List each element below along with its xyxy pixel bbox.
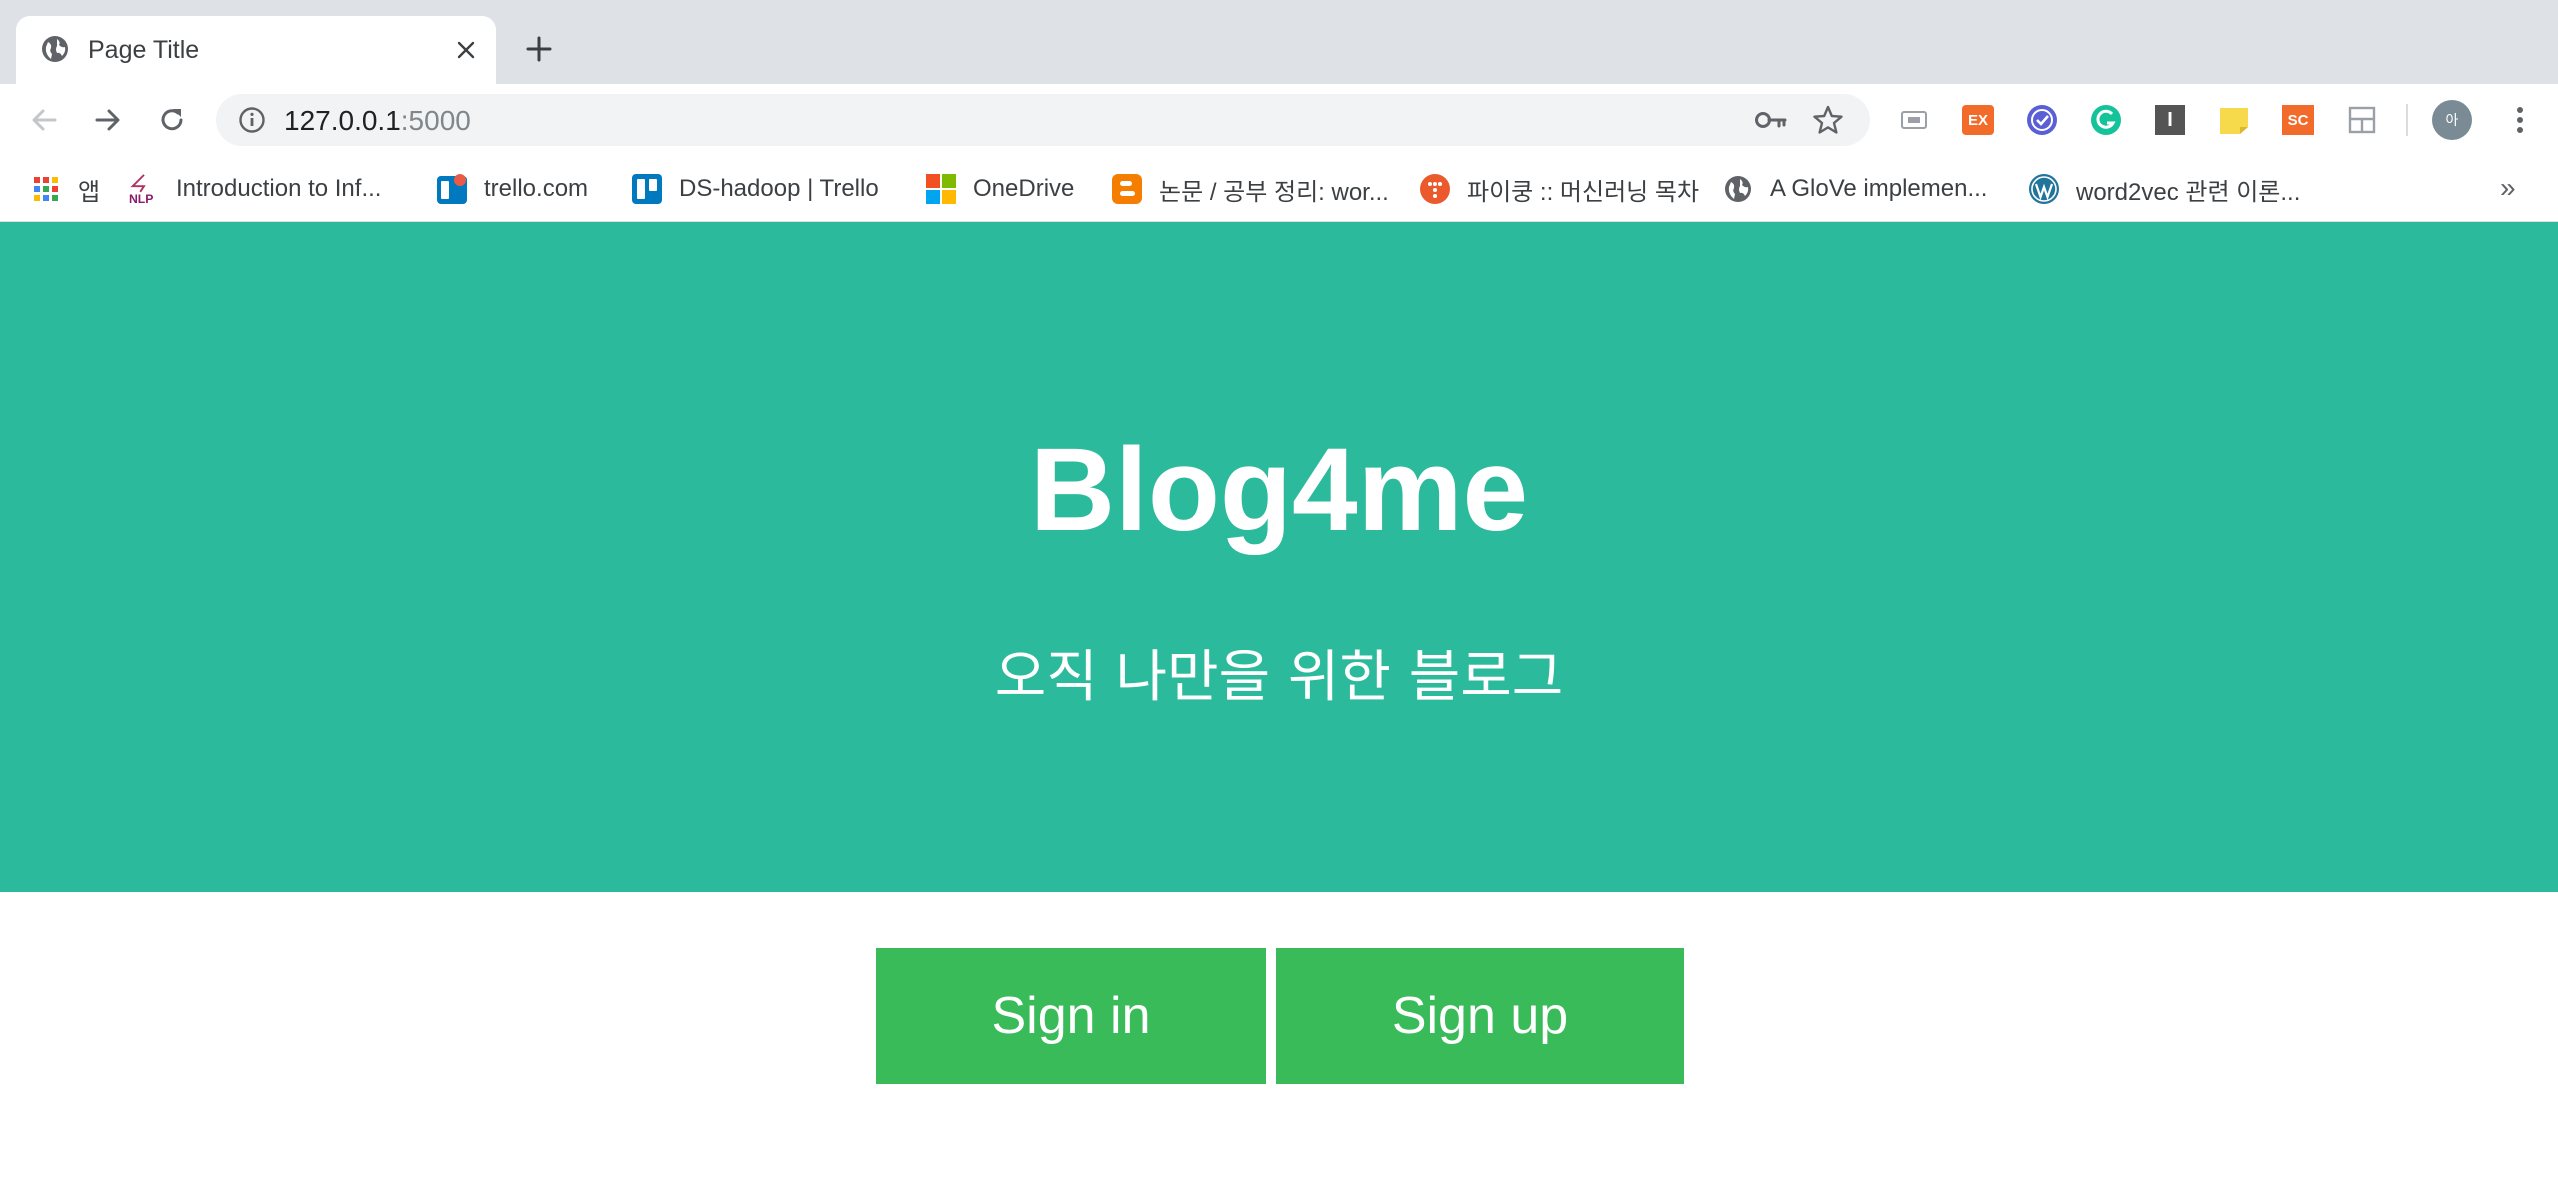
arrow-left-icon bbox=[32, 109, 57, 131]
new-tab-button[interactable] bbox=[520, 30, 558, 68]
globe-icon bbox=[1722, 173, 1754, 205]
sc-extension-icon[interactable]: SC bbox=[2282, 104, 2314, 136]
sticky-note-icon[interactable] bbox=[2218, 104, 2250, 136]
info-icon[interactable] bbox=[238, 106, 266, 134]
bookmark-apps[interactable]: 앱 bbox=[30, 166, 100, 212]
back-button[interactable] bbox=[22, 98, 66, 142]
blogger-icon bbox=[1111, 173, 1143, 205]
ex-extension-label: EX bbox=[1962, 105, 1994, 135]
key-icon[interactable] bbox=[1754, 106, 1788, 134]
ex-extension-icon[interactable]: EX bbox=[1962, 104, 1994, 136]
bookmark-pycon[interactable]: 파이쿵 :: 머신러닝 목차 bbox=[1419, 166, 1699, 212]
pycon-icon bbox=[1419, 173, 1451, 205]
sign-up-button[interactable]: Sign up bbox=[1276, 948, 1684, 1084]
sign-in-button[interactable]: Sign in bbox=[876, 948, 1266, 1084]
more-menu-icon[interactable] bbox=[2500, 100, 2540, 140]
reload-icon bbox=[161, 109, 183, 131]
tab-strip: Page Title bbox=[0, 0, 2558, 84]
bookmark-label: DS-hadoop | Trello bbox=[679, 175, 879, 202]
address-bar[interactable]: 127.0.0.1:5000 bbox=[216, 94, 1870, 146]
wordpress-icon bbox=[2028, 173, 2060, 205]
nlp-icon: NLP bbox=[128, 173, 160, 206]
profile-avatar[interactable]: 아 bbox=[2432, 100, 2472, 140]
i-extension-icon[interactable]: I bbox=[2154, 104, 2186, 136]
trello-board-icon bbox=[631, 173, 663, 205]
forward-button[interactable] bbox=[86, 98, 130, 142]
url-port: :5000 bbox=[400, 105, 471, 136]
bookmark-label: Introduction to Inf... bbox=[176, 175, 382, 202]
browser-toolbar: 127.0.0.1:5000 EX I SC 아 bbox=[0, 84, 2558, 156]
sc-extension-label: SC bbox=[2282, 105, 2314, 135]
browser-tab[interactable]: Page Title bbox=[16, 16, 496, 84]
close-tab-icon[interactable] bbox=[450, 34, 482, 66]
bookmark-ds-hadoop[interactable]: DS-hadoop | Trello bbox=[631, 166, 879, 212]
reload-button[interactable] bbox=[150, 98, 194, 142]
bookmark-label: trello.com bbox=[484, 175, 589, 202]
globe-icon bbox=[40, 34, 70, 64]
bookmark-label: A GloVe implemen... bbox=[1770, 175, 1988, 202]
toolbar-separator bbox=[2406, 104, 2408, 136]
bookmark-onedrive[interactable]: OneDrive bbox=[925, 166, 1074, 212]
check-extension-icon[interactable] bbox=[2026, 104, 2058, 136]
bookmark-label: word2vec 관련 이론... bbox=[2076, 178, 2301, 206]
tab-title: Page Title bbox=[88, 36, 200, 64]
apps-grid-icon bbox=[30, 173, 62, 205]
layout-extension-icon[interactable] bbox=[2346, 104, 2378, 136]
bookmark-trello[interactable]: trello.com bbox=[436, 166, 588, 212]
bookmark-star-icon[interactable] bbox=[1812, 104, 1844, 136]
bookmark-label: 논문 / 공부 정리: wor... bbox=[1159, 178, 1389, 206]
svg-text:NLP: NLP bbox=[129, 192, 153, 206]
site-title: Blog4me bbox=[1029, 424, 1529, 556]
microsoft-icon bbox=[925, 173, 957, 205]
site-subtitle: 오직 나만을 위한 블로그 bbox=[994, 645, 1564, 710]
bookmark-label: OneDrive bbox=[973, 175, 1075, 202]
media-icon[interactable] bbox=[1898, 104, 1930, 136]
bookmark-nlp[interactable]: NLP Introduction to Inf... bbox=[128, 166, 381, 212]
i-extension-label: I bbox=[2155, 105, 2185, 135]
bookmark-label: 앱 bbox=[78, 178, 101, 206]
bookmark-blogger[interactable]: 논문 / 공부 정리: wor... bbox=[1111, 166, 1389, 212]
bookmarks-bar: 앱 NLP Introduction to Inf... trello.com bbox=[0, 156, 2558, 222]
bookmark-glove[interactable]: A GloVe implemen... bbox=[1722, 166, 1987, 212]
url-host: 127.0.0.1 bbox=[284, 105, 401, 136]
grammarly-icon[interactable] bbox=[2090, 104, 2122, 136]
trello-icon bbox=[436, 173, 468, 205]
bookmarks-overflow-button[interactable]: » bbox=[2500, 172, 2516, 204]
url-text[interactable]: 127.0.0.1:5000 bbox=[284, 105, 471, 137]
bookmark-word2vec[interactable]: word2vec 관련 이론... bbox=[2028, 166, 2300, 212]
arrow-right-icon bbox=[95, 109, 120, 131]
hero-banner: Blog4me 오직 나만을 위한 블로그 bbox=[0, 222, 2558, 892]
bookmark-label: 파이쿵 :: 머신러닝 목차 bbox=[1467, 178, 1700, 206]
